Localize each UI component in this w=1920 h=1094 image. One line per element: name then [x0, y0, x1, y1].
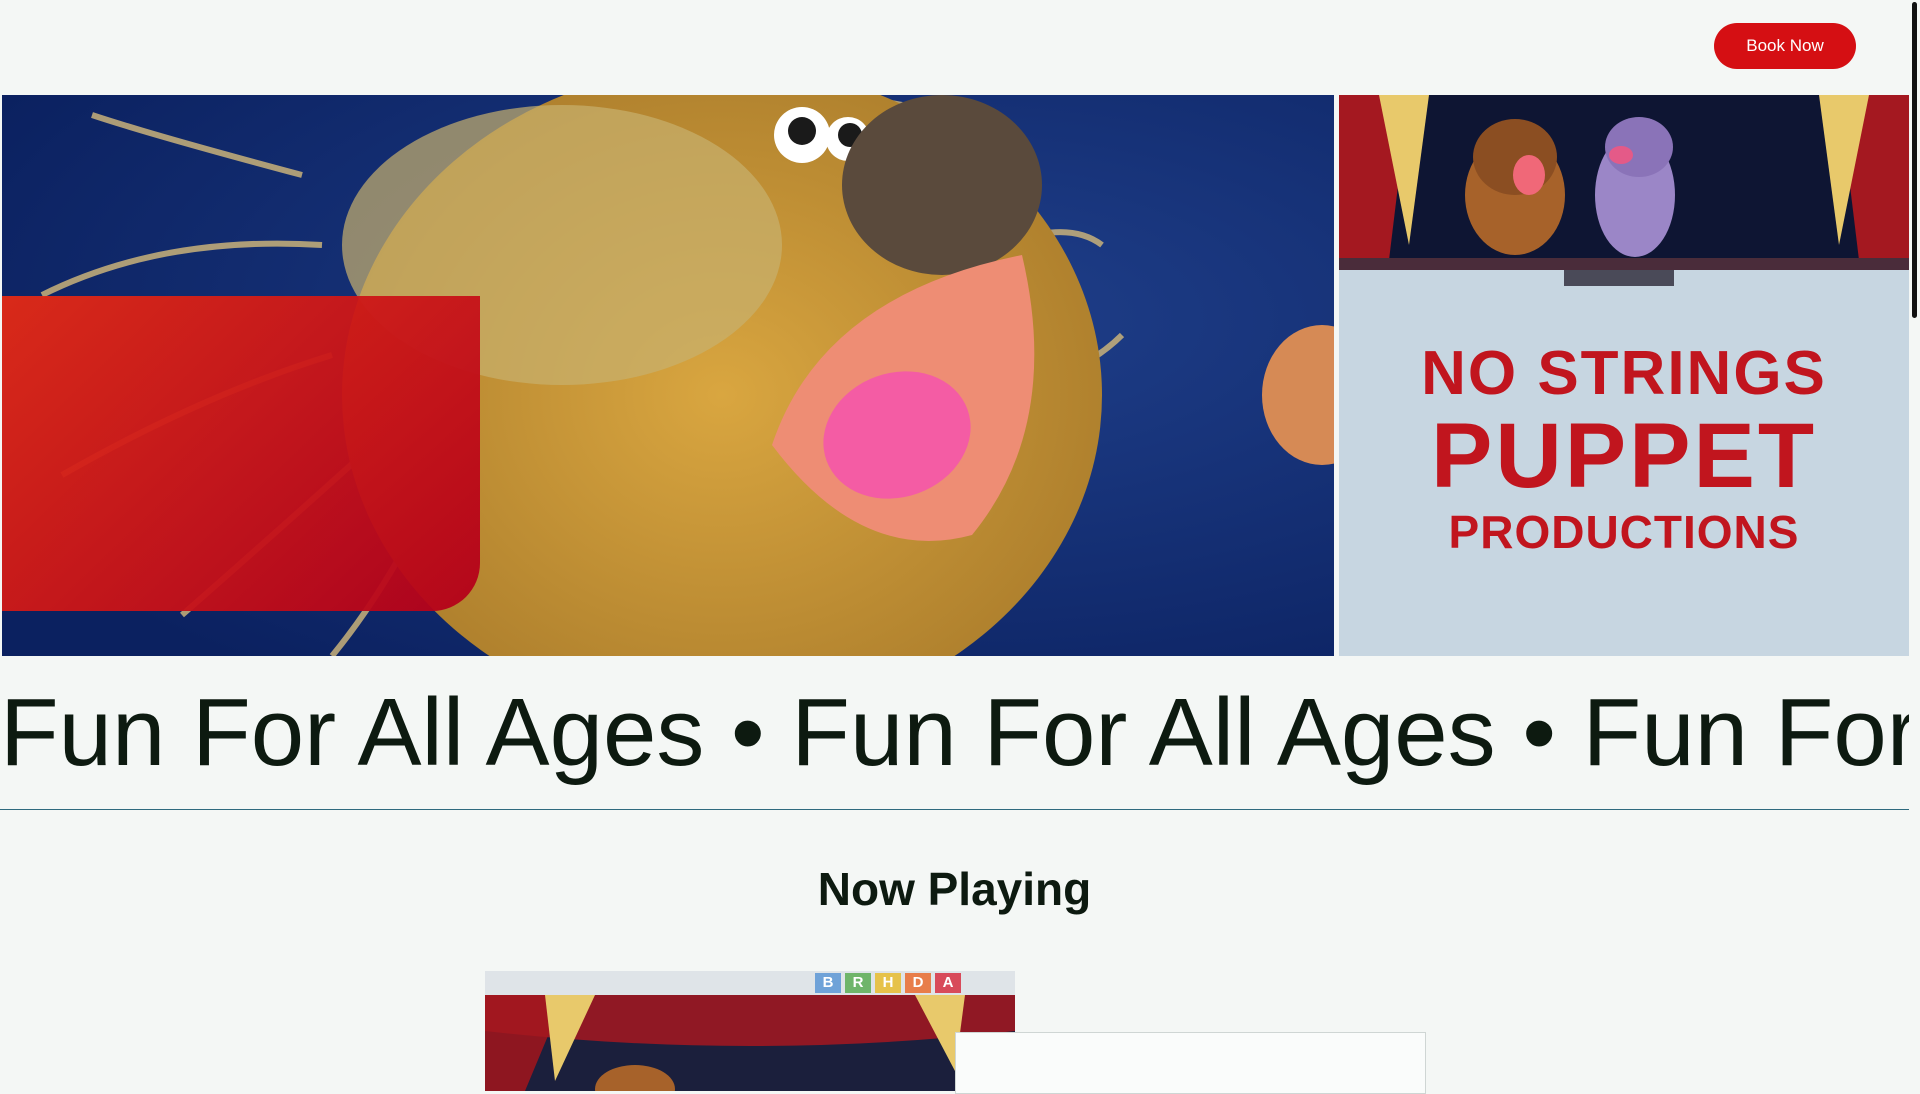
theater-sign-text: NO STRINGS PUPPET PRODUCTIONS [1339, 339, 1909, 560]
hero-red-panel [2, 296, 480, 611]
block-letter: D [912, 974, 924, 991]
block-letter: H [882, 974, 894, 991]
block-letter: R [852, 974, 864, 991]
block-letter: A [942, 974, 954, 991]
now-playing-show-card[interactable] [955, 1032, 1426, 1094]
scrollbar-thumb[interactable] [1912, 2, 1917, 318]
site-header: Book Now [0, 0, 1909, 95]
block-letter: B [822, 974, 834, 991]
marquee-text: Fun For All Ages • Fun For All Ages • Fu… [0, 679, 1909, 786]
alphabet-blocks: B R H D A [815, 974, 961, 991]
sign-line-2: PUPPET [1430, 405, 1818, 508]
page-scrollbar[interactable] [1909, 0, 1920, 1080]
marquee-banner: Fun For All Ages • Fun For All Ages • Fu… [0, 656, 1909, 810]
sign-line-1: NO STRINGS [1421, 339, 1827, 408]
sign-line-3: PRODUCTIONS [1448, 505, 1800, 558]
now-playing-heading: Now Playing [817, 863, 1092, 915]
now-playing-show-image[interactable]: B R H D A [485, 971, 1015, 1091]
hero-puppet-photo [2, 95, 1334, 656]
book-now-button[interactable]: Book Now [1714, 23, 1856, 69]
hero-theater-photo: NO STRINGS PUPPET PRODUCTIONS [1339, 95, 1909, 656]
